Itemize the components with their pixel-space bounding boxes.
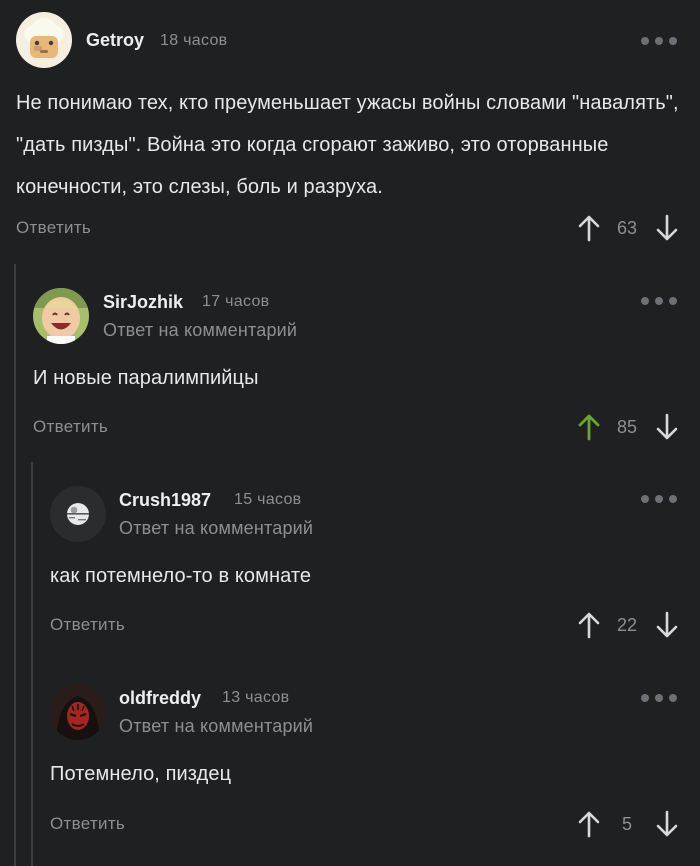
avatar-sith-image	[50, 684, 106, 740]
username[interactable]: oldfreddy	[119, 688, 201, 709]
reply-button[interactable]: Ответить	[50, 814, 125, 834]
comment-oldfreddy: oldfreddy 13 часов Ответ на комментарий …	[0, 0, 700, 866]
reply-to-link[interactable]: Ответ на комментарий	[119, 716, 313, 737]
comment-text: Потемнело, пиздец	[50, 763, 232, 785]
vote-score: 5	[621, 814, 632, 834]
vote-controls: 5	[577, 810, 681, 838]
arrow-down-icon[interactable]	[655, 810, 679, 838]
arrow-up-icon[interactable]	[577, 810, 601, 838]
more-options-button[interactable]	[641, 692, 677, 704]
avatar[interactable]	[50, 684, 106, 740]
timestamp: 13 часов	[222, 689, 290, 706]
more-dots-icon	[641, 694, 649, 702]
